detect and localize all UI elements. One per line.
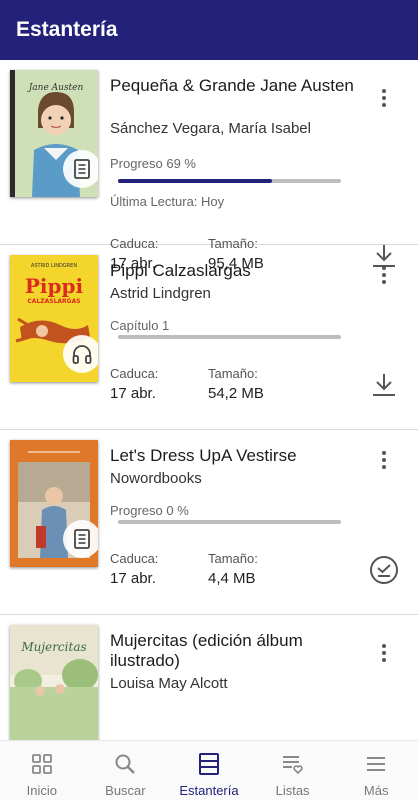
progress-bar xyxy=(118,335,341,339)
book-card[interactable]: Jane Austen Pequeña & Grande Jane Austen xyxy=(0,60,418,272)
cover-illustration: Mujercitas xyxy=(10,625,98,740)
page-title: Estantería xyxy=(16,18,118,41)
bottom-navigation: Inicio Buscar Estantería Listas Más xyxy=(0,740,418,800)
book-card[interactable]: Mujercitas Mujercitas (edición álbum ilu… xyxy=(0,615,418,740)
size-label: Tamaño: xyxy=(208,366,258,381)
download-icon xyxy=(373,374,395,396)
last-read-text: Última Lectura: Hoy xyxy=(110,194,225,209)
more-options-icon[interactable] xyxy=(370,446,398,474)
reading-status: Capítulo 1 xyxy=(110,318,170,333)
more-options-icon[interactable] xyxy=(370,84,398,112)
ebook-format-badge xyxy=(63,520,98,558)
download-button[interactable] xyxy=(368,369,400,401)
downloaded-status-button[interactable] xyxy=(368,554,400,586)
progress-bar xyxy=(118,520,341,524)
progress-bar xyxy=(118,179,341,183)
ebook-format-badge xyxy=(63,150,98,188)
book-author: Astrid Lindgren xyxy=(110,285,211,302)
downloaded-check-icon xyxy=(370,556,398,584)
book-title[interactable]: Mujercitas (edición álbum ilustrado) xyxy=(110,631,360,671)
book-author: Nowordbooks xyxy=(110,470,202,487)
expires-value: 17 abr. xyxy=(110,570,156,587)
book-card[interactable]: Let's Dress UpA Vestirse Nowordbooks Pro… xyxy=(0,430,418,615)
book-author: Sánchez Vegara, María Isabel xyxy=(110,120,311,137)
book-title[interactable]: Pippi Calzaslargas xyxy=(110,261,360,281)
book-cover[interactable]: ASTRID LINDGREN Pippi CALZASLARGAS xyxy=(10,255,98,382)
more-options-icon[interactable] xyxy=(370,261,398,289)
size-label: Tamaño: xyxy=(208,551,258,566)
progress-bar-fill xyxy=(118,179,272,183)
nav-label: Inicio xyxy=(26,783,57,798)
audiobook-format-badge xyxy=(63,335,98,373)
nav-label: Listas xyxy=(275,783,310,798)
book-card[interactable]: ASTRID LINDGREN Pippi CALZASLARGAS Pippi… xyxy=(0,245,418,430)
nav-label: Más xyxy=(363,783,389,798)
book-title[interactable]: Let's Dress UpA Vestirse xyxy=(110,446,360,466)
bookshelf-list[interactable]: Jane Austen Pequeña & Grande Jane Austen xyxy=(0,60,418,740)
cover-title-text: Jane Austen xyxy=(27,83,84,93)
book-author: Louisa May Alcott xyxy=(110,675,228,692)
reading-status: Progreso 69 % xyxy=(110,156,196,171)
book-cover[interactable]: Mujercitas xyxy=(10,625,98,740)
size-value: 4,4 MB xyxy=(208,570,256,587)
nav-item-inicio[interactable]: Inicio xyxy=(0,741,84,800)
document-icon xyxy=(74,529,90,549)
app-bar: Estantería xyxy=(0,0,418,60)
nav-item-buscar[interactable]: Buscar xyxy=(84,741,168,800)
nav-label: Estantería xyxy=(179,783,239,798)
cover-title-text: Mujercitas xyxy=(20,640,86,654)
nav-item-mas[interactable]: Más xyxy=(334,741,418,800)
reading-status: Progreso 0 % xyxy=(110,503,189,518)
nav-label: Buscar xyxy=(105,783,146,798)
cover-author-text: ASTRID LINDGREN xyxy=(31,263,77,269)
nav-item-estanteria[interactable]: Estantería xyxy=(167,741,251,800)
expires-value: 17 abr. xyxy=(110,385,156,402)
book-title[interactable]: Pequeña & Grande Jane Austen xyxy=(110,76,360,96)
headphones-icon xyxy=(72,345,92,364)
expires-label: Caduca: xyxy=(110,551,159,566)
expires-label: Caduca: xyxy=(110,366,159,381)
more-options-icon[interactable] xyxy=(370,639,398,667)
shelf-icon xyxy=(196,751,222,777)
nav-item-listas[interactable]: Listas xyxy=(251,741,335,800)
cover-subtitle-text: CALZASLARGAS xyxy=(27,298,80,305)
menu-icon xyxy=(363,751,389,777)
book-cover[interactable]: Jane Austen xyxy=(10,70,98,197)
grid-icon xyxy=(29,751,55,777)
list-heart-icon xyxy=(280,751,306,777)
cover-title-text: Pippi xyxy=(25,274,84,298)
size-value: 54,2 MB xyxy=(208,385,264,402)
search-icon xyxy=(112,751,138,777)
book-cover[interactable] xyxy=(10,440,98,567)
document-icon xyxy=(74,159,90,179)
